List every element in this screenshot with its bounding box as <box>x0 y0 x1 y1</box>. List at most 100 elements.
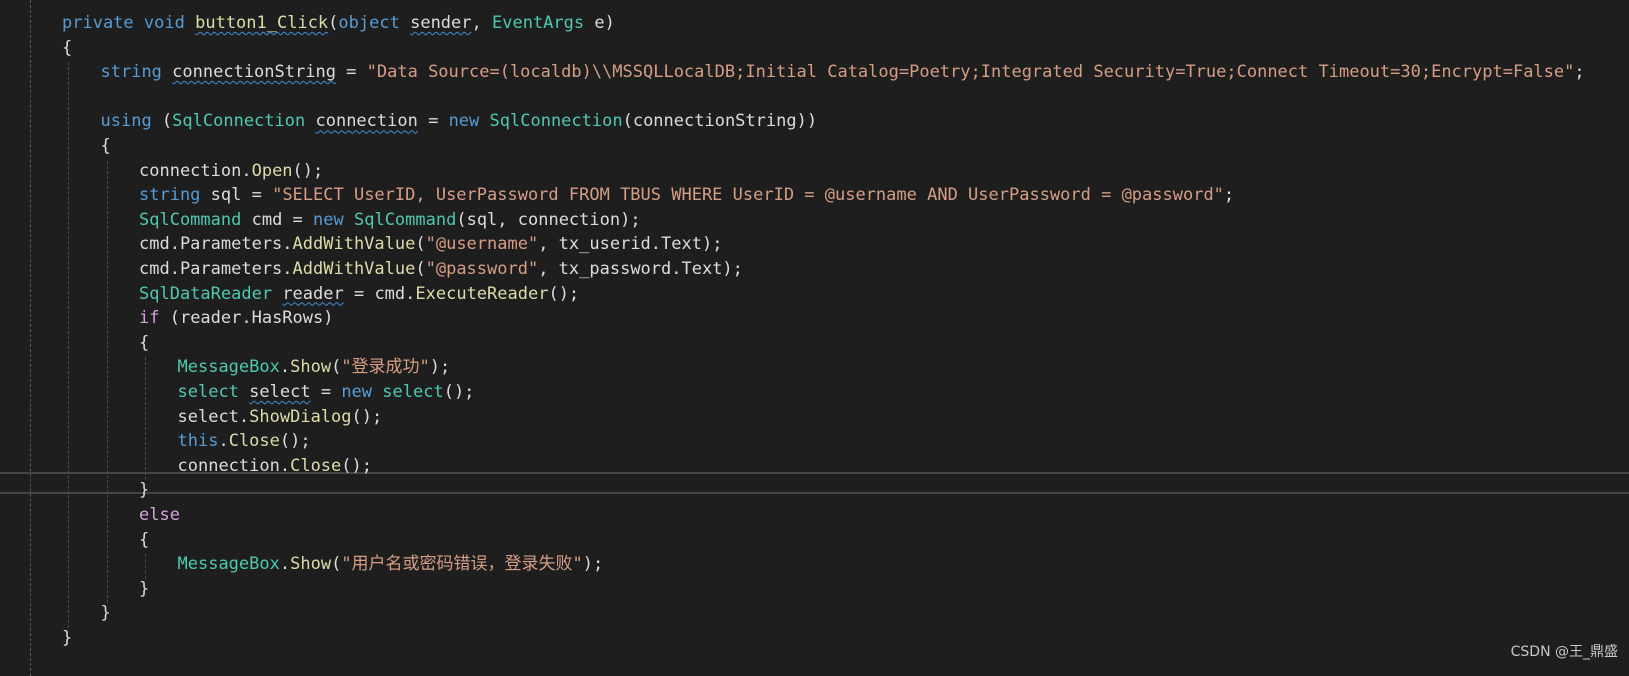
code-token: void <box>143 13 185 33</box>
code-line[interactable]: cmd.Parameters.AddWithValue("@username",… <box>139 232 722 258</box>
code-token: (connectionString)) <box>622 111 818 132</box>
code-token: connection. <box>139 160 252 181</box>
code-line[interactable]: else <box>139 503 180 529</box>
code-token: string <box>100 62 162 83</box>
code-token: Show <box>290 554 332 575</box>
code-line[interactable]: if (reader.HasRows) <box>139 306 333 332</box>
code-token: { <box>62 37 73 58</box>
code-line[interactable]: } <box>62 626 72 652</box>
code-line[interactable]: MessageBox.Show("用户名或密码错误，登录失败"); <box>178 552 604 578</box>
code-token: SqlCommand <box>353 209 457 230</box>
code-token: connection <box>315 111 418 132</box>
code-token: cmd.Parameters. <box>139 234 293 255</box>
code-token: select. <box>177 406 250 427</box>
code-line[interactable]: select select = new select(); <box>178 380 475 406</box>
code-line[interactable]: } <box>101 601 111 627</box>
code-token: . <box>279 554 291 575</box>
code-token: "用户名或密码错误，登录失败" <box>341 554 583 575</box>
code-token: new <box>313 209 344 230</box>
code-token: this <box>177 431 219 452</box>
code-line[interactable]: { <box>62 36 72 62</box>
code-token: ; <box>1574 62 1585 83</box>
code-token: "登录成功" <box>341 357 430 378</box>
code-token: MessageBox <box>177 554 280 575</box>
code-token: } <box>139 578 150 599</box>
code-token: ; <box>1223 185 1235 206</box>
code-token: , tx_password.Text); <box>538 259 743 279</box>
code-token: } <box>139 480 150 501</box>
indent-guide <box>68 62 69 628</box>
code-token: e) <box>584 13 615 33</box>
code-line[interactable]: { <box>139 528 149 554</box>
code-line[interactable]: string sql = "SELECT UserID, UserPasswor… <box>139 183 1234 209</box>
code-token: SqlConnection <box>172 111 306 132</box>
code-line[interactable]: cmd.Parameters.AddWithValue("@password",… <box>139 257 743 283</box>
code-token: ( <box>415 234 426 255</box>
code-token: ( <box>151 111 173 132</box>
code-token: . <box>218 431 229 452</box>
code-token: string <box>139 185 201 206</box>
code-token: { <box>139 529 150 550</box>
code-line[interactable]: SqlDataReader reader = cmd.ExecuteReader… <box>139 282 579 308</box>
code-token: (); <box>443 382 475 402</box>
code-line[interactable]: } <box>139 577 149 603</box>
code-token: Show <box>290 357 332 378</box>
code-editor[interactable]: private void button1_Click(object sender… <box>0 0 1629 676</box>
code-token: , tx_userid.Text); <box>538 234 723 255</box>
code-token: select <box>382 382 444 402</box>
code-token: ( <box>415 259 426 279</box>
code-line[interactable]: select.ShowDialog(); <box>178 405 383 431</box>
code-token: = cmd. <box>343 283 416 304</box>
code-token: reader <box>282 283 344 304</box>
code-token: else <box>139 505 180 525</box>
code-token: , <box>471 13 492 33</box>
code-token: ExecuteReader <box>415 283 549 304</box>
code-token: AddWithValue <box>292 234 416 255</box>
code-line[interactable]: { <box>101 134 111 160</box>
code-token: ( <box>328 13 339 33</box>
code-token: (); <box>292 160 324 181</box>
code-line[interactable]: using (SqlConnection connection = new Sq… <box>101 109 818 135</box>
code-token: "@username" <box>425 234 539 255</box>
code-line[interactable]: } <box>139 478 149 504</box>
code-token: Close <box>290 455 342 476</box>
code-token: "SELECT UserID, UserPassword FROM TBUS W… <box>272 185 1224 206</box>
code-token: AddWithValue <box>292 259 416 279</box>
code-line[interactable]: private void button1_Click(object sender… <box>62 11 615 37</box>
code-token: ); <box>429 357 451 378</box>
code-token: (reader.HasRows) <box>159 308 334 329</box>
code-token: sql = <box>200 185 273 206</box>
code-line[interactable]: { <box>139 331 149 357</box>
code-line[interactable]: connection.Close(); <box>178 454 373 480</box>
code-token: = <box>335 62 367 83</box>
code-line[interactable]: MessageBox.Show("登录成功"); <box>178 355 451 381</box>
code-line[interactable]: SqlCommand cmd = new SqlCommand(sql, con… <box>139 208 641 234</box>
code-token: connection. <box>177 455 291 476</box>
code-token: ShowDialog <box>249 406 352 427</box>
indent-guide <box>145 357 146 481</box>
code-token: { <box>100 136 111 156</box>
code-token: } <box>100 603 111 624</box>
code-token: { <box>139 332 150 353</box>
indent-guide <box>106 160 108 604</box>
code-token: (sql, connection); <box>456 209 641 230</box>
code-token: Open <box>251 160 293 181</box>
code-line[interactable]: string connectionString = "Data Source=(… <box>101 60 1585 86</box>
code-line[interactable]: this.Close(); <box>178 429 311 455</box>
code-token: new <box>448 111 480 132</box>
code-token: (); <box>548 283 580 304</box>
code-line[interactable]: connection.Open(); <box>139 159 323 185</box>
code-token: object <box>338 13 400 33</box>
code-token: . <box>279 357 291 378</box>
code-token: ( <box>331 554 342 575</box>
code-token: sender <box>410 13 472 33</box>
code-token: button1_Click <box>195 13 329 33</box>
